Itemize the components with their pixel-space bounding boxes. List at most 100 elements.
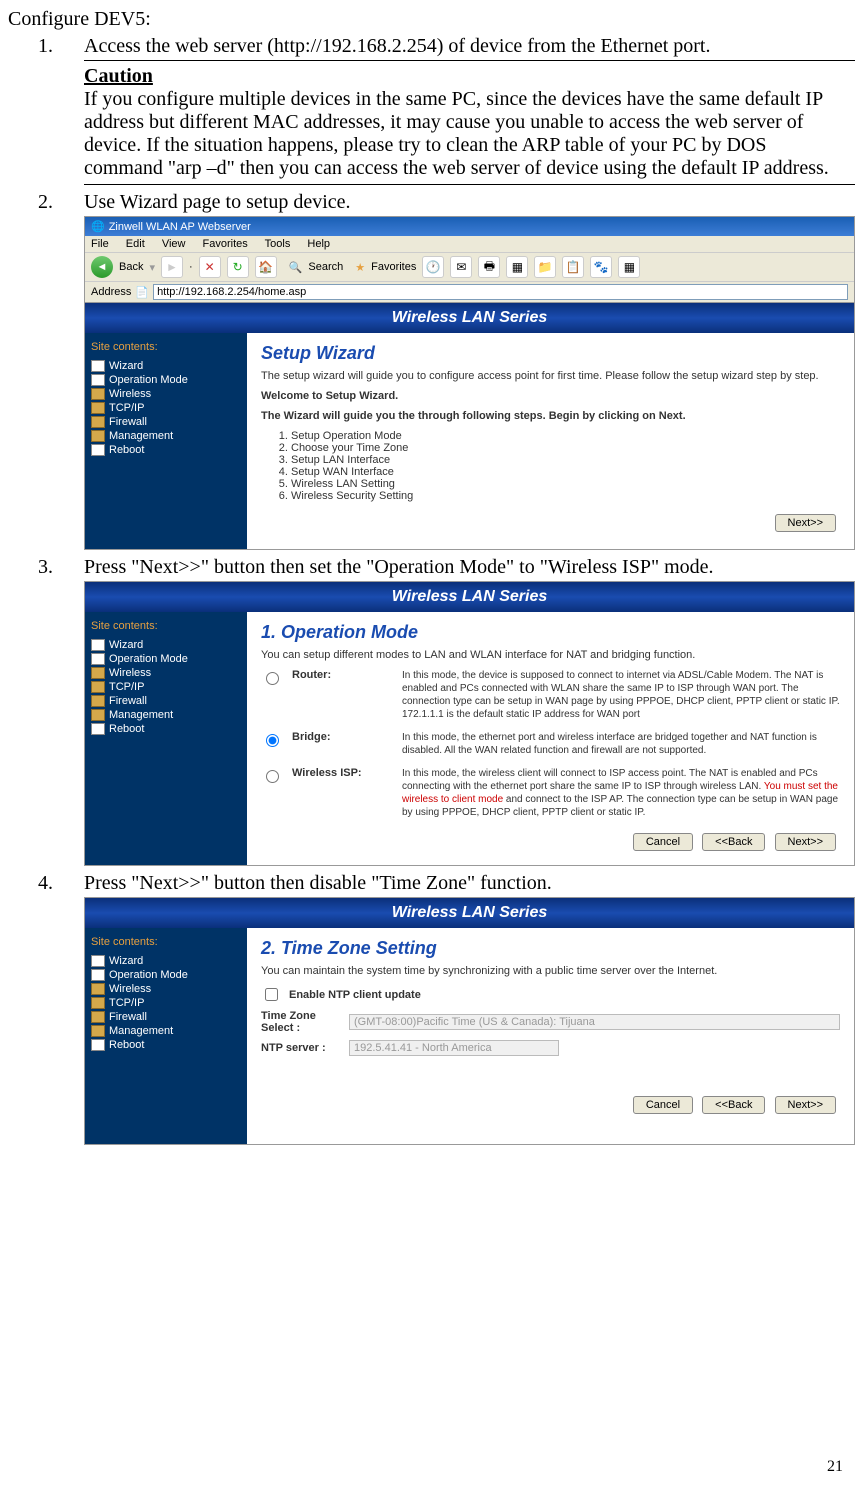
doc-icon — [91, 1039, 105, 1051]
tool-button[interactable]: 📋 — [562, 256, 584, 278]
next-button[interactable]: Next>> — [775, 1096, 836, 1114]
step-text: Press "Next>>" button then disable "Time… — [84, 872, 855, 895]
menu-help[interactable]: Help — [307, 238, 330, 250]
wizard-step: Setup WAN Interface — [291, 466, 840, 478]
history-button[interactable]: 🕐 — [422, 256, 444, 278]
step-4: 4. Press "Next>>" button then disable "T… — [38, 872, 855, 895]
refresh-button[interactable]: ↻ — [227, 256, 249, 278]
ntp-checkbox[interactable] — [265, 988, 278, 1001]
step-number: 4. — [38, 872, 84, 895]
sidebar-item-reboot[interactable]: Reboot — [91, 1038, 241, 1052]
timezone-row: Time Zone Select : (GMT-08:00)Pacific Ti… — [261, 1010, 840, 1034]
home-button[interactable]: 🏠 — [255, 256, 277, 278]
sidebar-item-wizard[interactable]: Wizard — [91, 359, 241, 373]
menu-file[interactable]: File — [91, 238, 109, 250]
search-label[interactable]: Search — [308, 261, 343, 273]
wizard-step: Setup Operation Mode — [291, 430, 840, 442]
mail-button[interactable]: ✉ — [450, 256, 472, 278]
sidebar: Site contents: Wizard Operation Mode Wir… — [85, 333, 247, 549]
window-icon: 🌐 — [91, 220, 105, 233]
step-number: 2. — [38, 191, 84, 214]
main-panel: 2. Time Zone Setting You can maintain th… — [247, 928, 854, 1144]
sidebar-item-firewall[interactable]: Firewall — [91, 415, 241, 429]
sidebar-item-reboot[interactable]: Reboot — [91, 443, 241, 457]
folder-icon — [91, 430, 105, 442]
cancel-button[interactable]: Cancel — [633, 833, 693, 851]
paw-button[interactable]: 🐾 — [590, 256, 612, 278]
sidebar-item-wizard[interactable]: Wizard — [91, 638, 241, 652]
sidebar-item-reboot[interactable]: Reboot — [91, 722, 241, 736]
sidebar-item-management[interactable]: Management — [91, 1024, 241, 1038]
sidebar-item-firewall[interactable]: Firewall — [91, 694, 241, 708]
sidebar-item-firewall[interactable]: Firewall — [91, 1010, 241, 1024]
wisp-radio[interactable] — [266, 770, 279, 783]
sidebar-item-wireless[interactable]: Wireless — [91, 666, 241, 680]
router-label: Router: — [292, 669, 392, 681]
timezone-select[interactable]: (GMT-08:00)Pacific Time (US & Canada): T… — [349, 1014, 840, 1030]
folder-button[interactable]: 📁 — [534, 256, 556, 278]
sidebar-title: Site contents: — [91, 620, 241, 632]
doc-icon — [91, 653, 105, 665]
favorites-label[interactable]: Favorites — [371, 261, 416, 273]
bridge-label: Bridge: — [292, 731, 392, 743]
app-banner: Wireless LAN Series — [85, 582, 854, 612]
back-button[interactable]: <<Back — [702, 833, 765, 851]
sidebar-item-management[interactable]: Management — [91, 708, 241, 722]
next-button[interactable]: Next>> — [775, 833, 836, 851]
print-button[interactable]: 🖶 — [478, 256, 500, 278]
sidebar-item-wireless[interactable]: Wireless — [91, 387, 241, 401]
step-1: 1. Access the web server (http://192.168… — [38, 35, 855, 58]
url-input[interactable] — [153, 284, 848, 300]
menu-favorites[interactable]: Favorites — [203, 238, 248, 250]
step-3: 3. Press "Next>>" button then set the "O… — [38, 556, 855, 579]
ntp-server-select[interactable]: 192.5.41.41 - North America — [349, 1040, 559, 1056]
window-title: Zinwell WLAN AP Webserver — [109, 221, 251, 233]
sidebar-item-opmode[interactable]: Operation Mode — [91, 968, 241, 982]
menu-tools[interactable]: Tools — [265, 238, 291, 250]
step-number: 3. — [38, 556, 84, 579]
sidebar-item-management[interactable]: Management — [91, 429, 241, 443]
menu-edit[interactable]: Edit — [126, 238, 145, 250]
folder-icon — [91, 695, 105, 707]
bridge-radio[interactable] — [266, 734, 279, 747]
wizard-step: Wireless Security Setting — [291, 490, 840, 502]
next-button[interactable]: Next>> — [775, 514, 836, 532]
sidebar-title: Site contents: — [91, 936, 241, 948]
sidebar: Site contents: Wizard Operation Mode Wir… — [85, 928, 247, 1144]
sidebar-item-opmode[interactable]: Operation Mode — [91, 652, 241, 666]
mode-bridge: Bridge: In this mode, the ethernet port … — [261, 731, 840, 757]
folder-icon — [91, 388, 105, 400]
page-icon: 📄 — [135, 286, 149, 299]
wizard-step: Wireless LAN Setting — [291, 478, 840, 490]
back-button[interactable]: <<Back — [702, 1096, 765, 1114]
sidebar-title: Site contents: — [91, 341, 241, 353]
sidebar-item-tcpip[interactable]: TCP/IP — [91, 401, 241, 415]
menu-view[interactable]: View — [162, 238, 186, 250]
cancel-button[interactable]: Cancel — [633, 1096, 693, 1114]
app-banner: Wireless LAN Series — [85, 898, 854, 928]
page-number: 21 — [827, 1458, 843, 1476]
doc-icon — [91, 444, 105, 456]
address-label: Address — [91, 286, 131, 298]
sidebar-item-wizard[interactable]: Wizard — [91, 954, 241, 968]
sidebar: Site contents: Wizard Operation Mode Wir… — [85, 612, 247, 865]
sidebar-item-tcpip[interactable]: TCP/IP — [91, 996, 241, 1010]
caution-heading: Caution — [84, 65, 835, 88]
router-radio[interactable] — [266, 672, 279, 685]
back-button[interactable]: ◄ — [91, 256, 113, 278]
forward-button[interactable]: ► — [161, 256, 183, 278]
wizard-steps: Setup Operation Mode Choose your Time Zo… — [291, 430, 840, 502]
sidebar-item-opmode[interactable]: Operation Mode — [91, 373, 241, 387]
folder-icon — [91, 997, 105, 1009]
step-text: Use Wizard page to setup device. — [84, 191, 855, 214]
panel-heading: 1. Operation Mode — [261, 622, 840, 643]
stop-button[interactable]: ✕ — [199, 256, 221, 278]
sidebar-item-wireless[interactable]: Wireless — [91, 982, 241, 996]
menu-bar[interactable]: File Edit View Favorites Tools Help — [85, 236, 854, 253]
misc-button[interactable]: ▦ — [506, 256, 528, 278]
doc-icon — [91, 723, 105, 735]
timezone-label: Time Zone Select : — [261, 1010, 341, 1034]
grid-button[interactable]: ▦ — [618, 256, 640, 278]
folder-icon — [91, 416, 105, 428]
sidebar-item-tcpip[interactable]: TCP/IP — [91, 680, 241, 694]
